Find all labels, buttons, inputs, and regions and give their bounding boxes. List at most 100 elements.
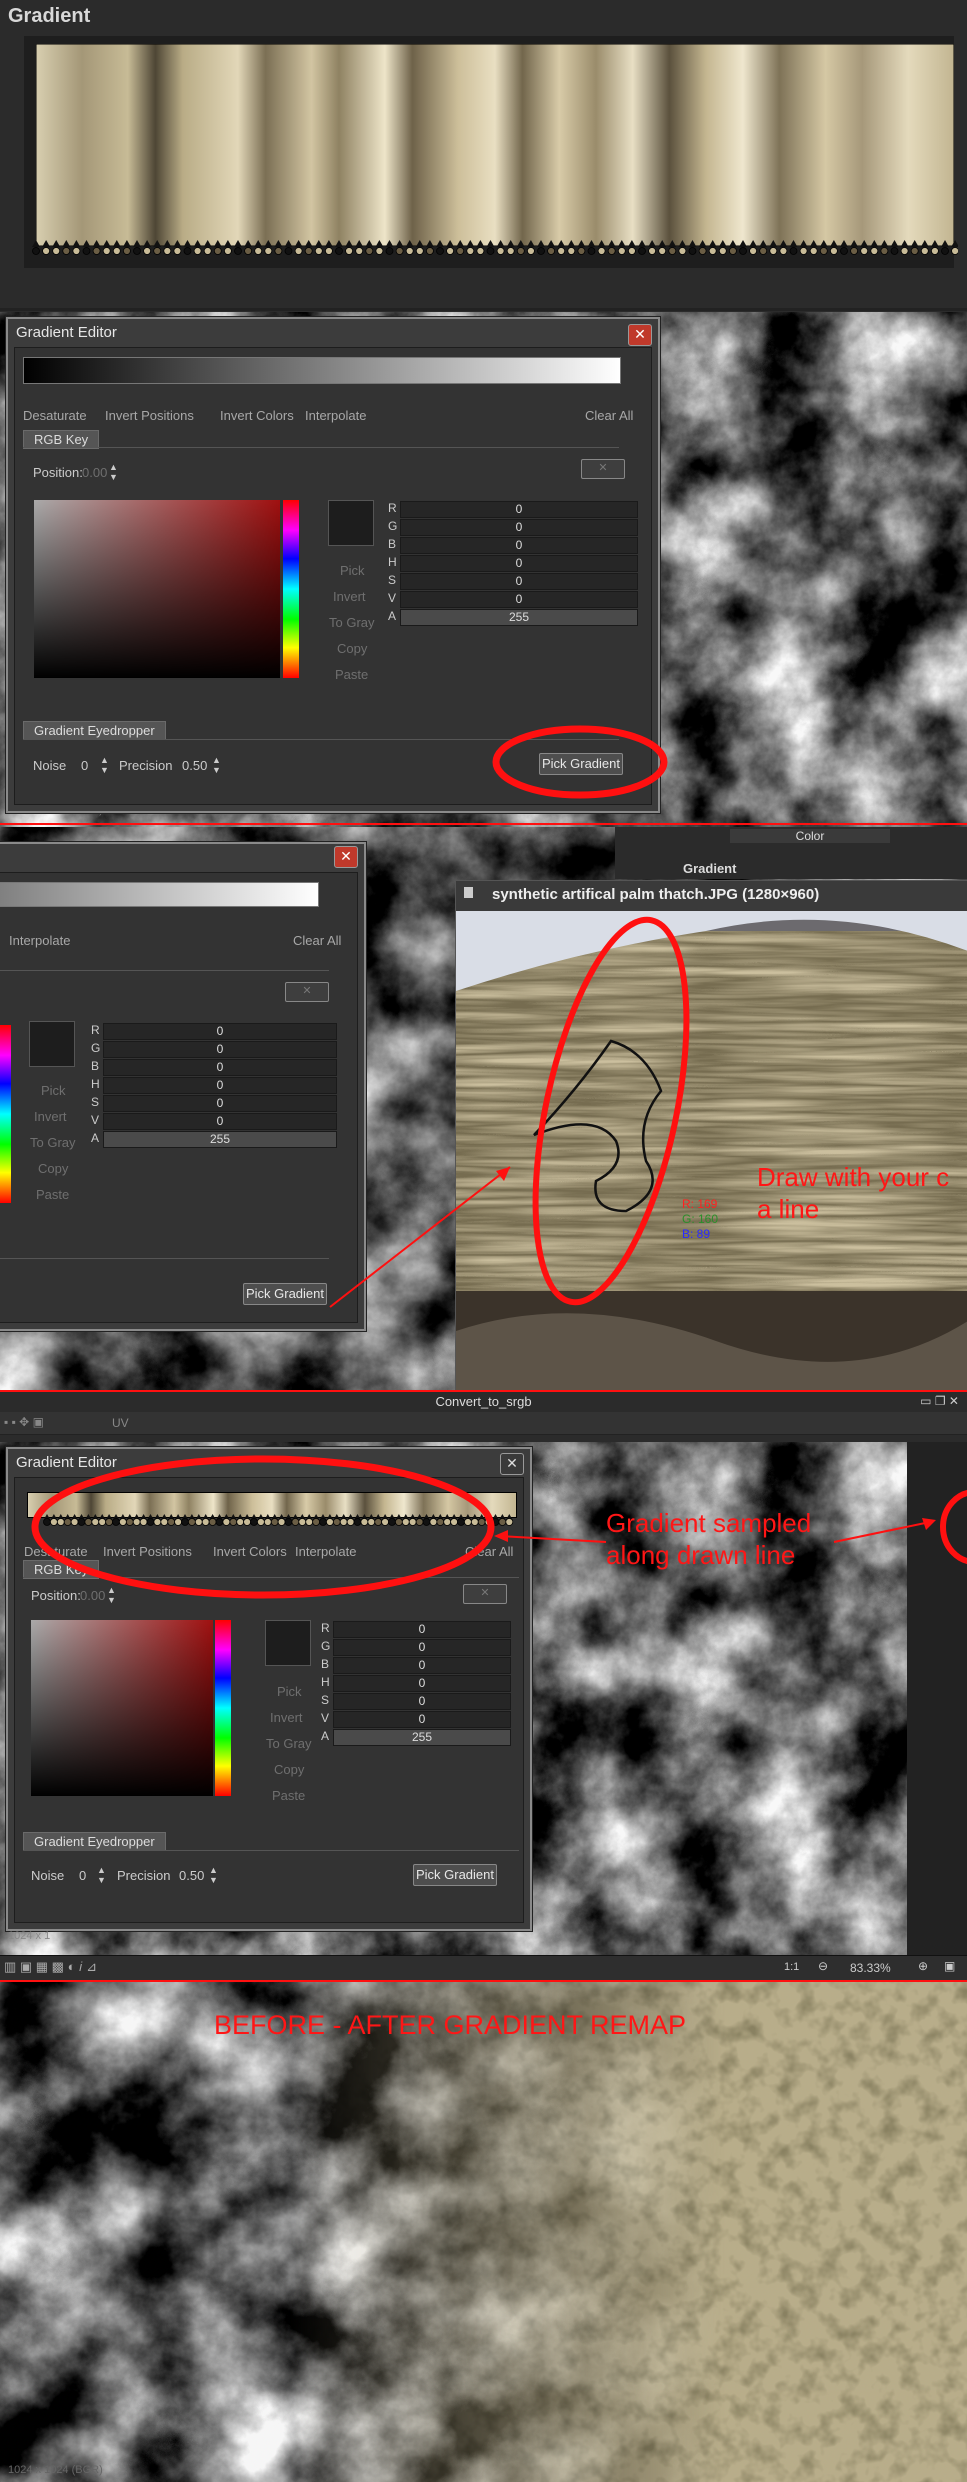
gradient-stop-marker[interactable] (749, 240, 758, 247)
gradient-stop-marker[interactable] (284, 240, 293, 247)
gradient-stop-marker[interactable] (476, 240, 485, 247)
gradient-stop-marker[interactable] (829, 240, 838, 247)
color-picker-square[interactable] (31, 1620, 213, 1796)
gradient-stop-marker[interactable] (314, 240, 323, 247)
close-button[interactable]: ✕ (334, 846, 358, 868)
gradient-stop-dot[interactable] (607, 247, 616, 255)
gradient-stop-dot[interactable] (718, 247, 727, 255)
close-button[interactable]: ✕ (628, 324, 652, 346)
channel-field-s[interactable]: 0 (333, 1693, 511, 1710)
gradient-stop-dot[interactable] (708, 247, 717, 255)
gradient-stop-marker[interactable] (112, 240, 121, 247)
gradient-stop-dot[interactable] (375, 247, 384, 255)
gradient-stop-marker[interactable] (345, 240, 354, 247)
position-spinner[interactable]: ▲ ▼ (109, 462, 118, 482)
gradient-stop-dot[interactable] (133, 247, 141, 255)
gradient-stop-marker[interactable] (415, 240, 424, 247)
gradient-stop-dot[interactable] (537, 247, 545, 255)
gradient-stop-dot[interactable] (234, 247, 242, 255)
gradient-stop-dot[interactable] (123, 247, 131, 255)
gradient-stop-marker[interactable] (173, 240, 182, 247)
gradient-stop-marker[interactable] (143, 240, 152, 247)
gradient-stop-marker[interactable] (213, 240, 222, 247)
gradient-stop-marker[interactable] (395, 240, 404, 247)
noise-spinner[interactable]: ▲ ▼ (100, 755, 109, 775)
gradient-stop-dot[interactable] (516, 247, 525, 255)
invert-colors-menu[interactable]: Invert Colors (220, 408, 294, 423)
channel-field-b[interactable]: 0 (333, 1657, 511, 1674)
to-gray-action[interactable]: To Gray (266, 1736, 312, 1751)
gradient-stop-dot[interactable] (345, 247, 354, 255)
zoom-out-icon[interactable]: ⊖ (818, 1959, 828, 1973)
gradient-stop-dot[interactable] (72, 247, 81, 255)
gradient-stop-dot[interactable] (870, 247, 879, 255)
gradient-stop-dot[interactable] (668, 247, 677, 255)
gradient-stop-dot[interactable] (941, 247, 949, 255)
precision-value[interactable]: 0.50 (179, 1868, 204, 1883)
gradient-stop-marker[interactable] (335, 240, 343, 247)
gradient-stop-dot[interactable] (476, 247, 485, 255)
gradient-stop-dot[interactable] (900, 247, 909, 255)
gradient-eyedropper-tab[interactable]: Gradient Eyedropper (23, 721, 166, 740)
gradient-stop-dot[interactable] (658, 247, 667, 255)
gradient-stop-dot[interactable] (739, 247, 747, 255)
gradient-stop-dot[interactable] (112, 247, 121, 255)
gradient-stop-dot[interactable] (223, 247, 232, 255)
gradient-stop-marker[interactable] (900, 240, 909, 247)
gradient-stop-dot[interactable] (628, 247, 636, 255)
gradient-stop-dot[interactable] (446, 247, 455, 255)
channel-field-a[interactable]: 255 (333, 1729, 511, 1746)
gradient-stop-marker[interactable] (870, 240, 879, 247)
status-icons[interactable]: ▥ ▣ ▦ ▩ ◐ 𝑖 ⊿ (4, 1959, 97, 1975)
gradient-stop-dot[interactable] (163, 247, 172, 255)
color-tab[interactable]: Color (730, 829, 890, 843)
gradient-stop-marker[interactable] (910, 240, 919, 247)
gradient-stop-marker[interactable] (627, 240, 636, 247)
gradient-stop-marker[interactable] (526, 240, 535, 247)
channel-field-a[interactable]: 255 (400, 609, 638, 626)
gradient-stop-marker[interactable] (385, 240, 394, 247)
gradient-stop-marker[interactable] (658, 240, 667, 247)
gradient-stop-marker[interactable] (728, 240, 737, 247)
gradient-stop-dot[interactable] (304, 247, 313, 255)
gradient-stop-marker[interactable] (193, 240, 202, 247)
gradient-stop-dot[interactable] (284, 247, 293, 255)
pick-action[interactable]: Pick (41, 1083, 66, 1098)
gradient-stop-dot[interactable] (799, 247, 808, 255)
gradient-stop-marker[interactable] (436, 240, 444, 247)
gradient-stop-marker[interactable] (102, 240, 111, 247)
gradient-stop-dot[interactable] (365, 247, 374, 255)
delete-stop-button[interactable]: ✕ (285, 982, 329, 1002)
gradient-stop-marker[interactable] (547, 240, 556, 247)
gradient-stop-marker[interactable] (587, 240, 596, 247)
gradient-stop-marker[interactable] (880, 240, 889, 247)
gradient-stop-marker[interactable] (597, 240, 606, 247)
gradient-stop-marker[interactable] (779, 240, 788, 247)
palm-thatch-image[interactable]: R: 169 G: 160 B: 89 (456, 911, 967, 1391)
toolbar-icons[interactable]: ▪ ▪ ✥ ▣ (4, 1415, 44, 1429)
gradient-stop-dot[interactable] (183, 247, 192, 255)
gradient-stop-marker[interactable] (425, 240, 434, 247)
gradient-stop-marker[interactable] (557, 240, 566, 247)
gradient-stop-marker[interactable] (809, 240, 818, 247)
gradient-stop-dot[interactable] (92, 247, 101, 255)
gradient-stop-marker[interactable] (294, 240, 303, 247)
gradient-stop-dot[interactable] (931, 247, 939, 255)
channel-field-g[interactable]: 0 (333, 1639, 511, 1656)
gradient-stop-marker[interactable] (466, 240, 475, 247)
gradient-stop-dot[interactable] (264, 247, 273, 255)
gradient-stop-marker[interactable] (920, 240, 929, 247)
gradient-stop-dot[interactable] (729, 247, 737, 255)
gradient-stop-marker[interactable] (951, 240, 958, 247)
delete-stop-button[interactable]: ✕ (581, 459, 625, 479)
channel-field-g[interactable]: 0 (103, 1041, 337, 1058)
to-gray-action[interactable]: To Gray (30, 1135, 76, 1150)
window-controls[interactable]: ▭ ❐ ✕ (920, 1394, 959, 1408)
gradient-stops[interactable] (28, 232, 958, 262)
channel-field-b[interactable]: 0 (400, 537, 638, 554)
gradient-stop-dot[interactable] (769, 247, 778, 255)
gradient-stop-dot[interactable] (244, 247, 253, 255)
gradient-stop-dot[interactable] (920, 247, 929, 255)
gradient-stop-dot[interactable] (496, 247, 505, 255)
gradient-stop-dot[interactable] (698, 247, 707, 255)
